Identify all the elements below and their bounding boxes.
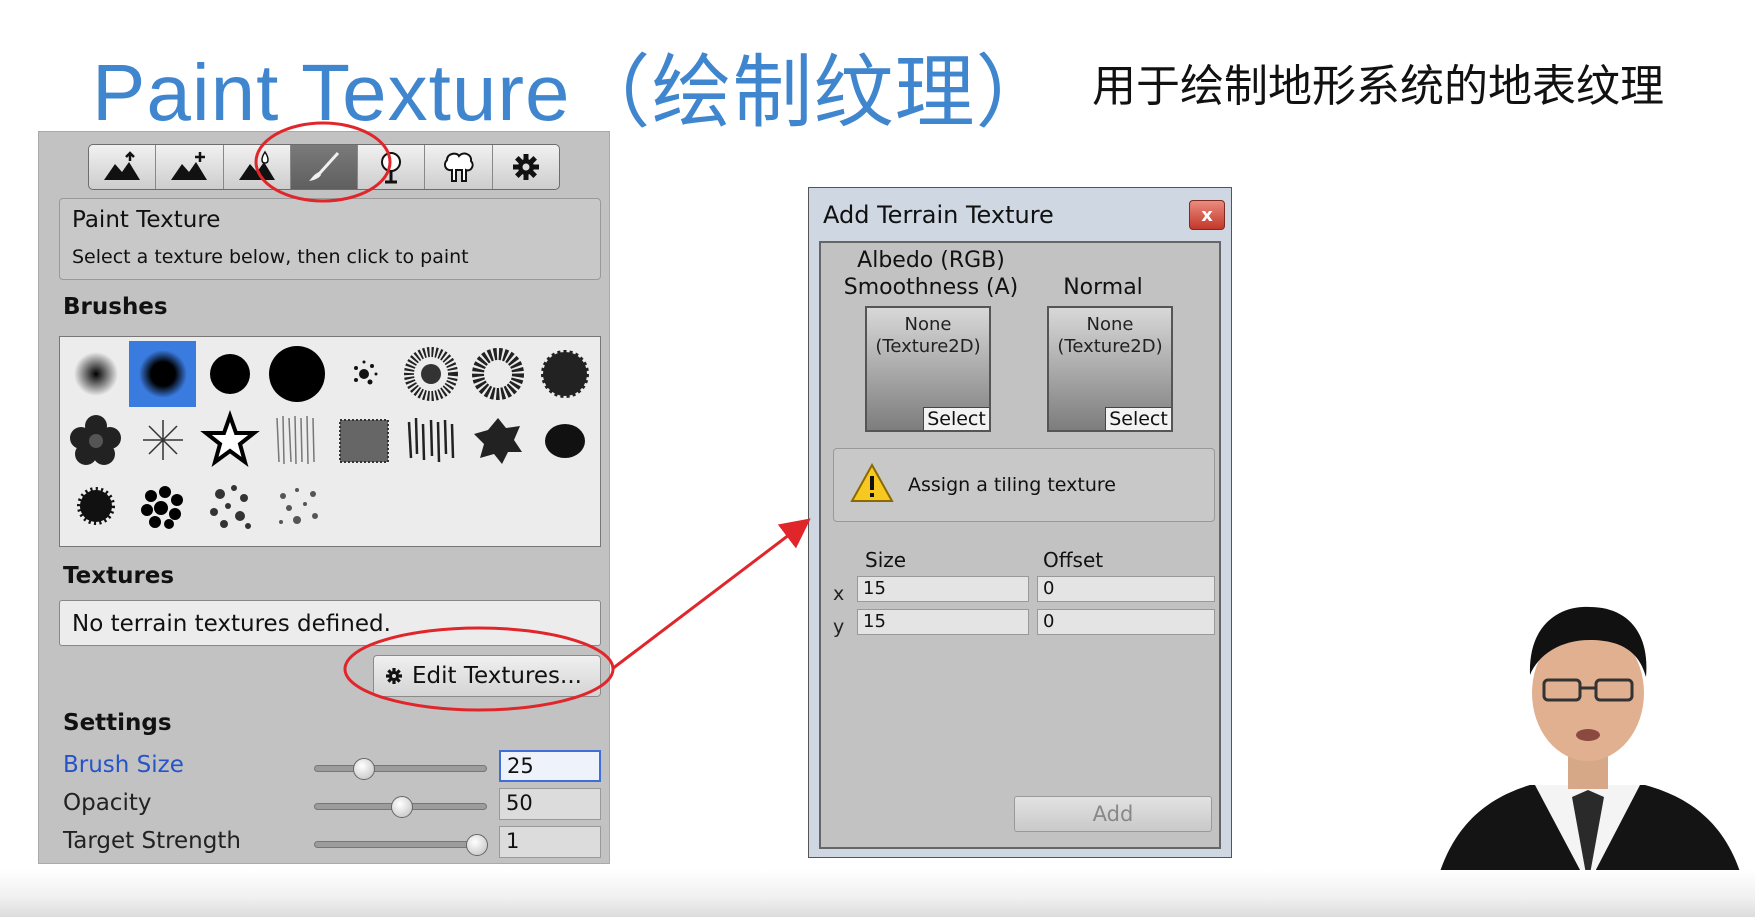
- x-axis-label: x: [833, 583, 845, 605]
- size-header: Size: [865, 548, 907, 572]
- slide-subtitle: 用于绘制地形系统的地表纹理: [1092, 61, 1664, 112]
- brush-starburst[interactable]: [129, 407, 196, 473]
- brush-soft-blot[interactable]: [531, 407, 598, 473]
- brush-dense-splat[interactable]: [62, 473, 129, 539]
- size-y-field[interactable]: 15: [857, 609, 1029, 635]
- offset-header: Offset: [1043, 548, 1104, 572]
- paint-height-icon: [171, 152, 208, 180]
- y-axis-label: y: [833, 616, 845, 638]
- close-button[interactable]: x: [1189, 200, 1225, 230]
- add-terrain-texture-dialog: Add Terrain Texture x Albedo (RGB) Smoot…: [808, 187, 1232, 858]
- tool-smooth-height[interactable]: [224, 145, 291, 189]
- brush-texture-streak[interactable]: [397, 407, 464, 473]
- opacity-label: Opacity: [63, 790, 152, 816]
- brush-soft-round[interactable]: [62, 341, 129, 407]
- target-strength-label: Target Strength: [63, 828, 241, 854]
- edit-textures-label: Edit Textures...: [412, 663, 582, 689]
- albedo-select-button[interactable]: Select: [923, 407, 989, 430]
- help-title: Paint Texture: [72, 207, 221, 233]
- brush-noise-blot[interactable]: [531, 341, 598, 407]
- warning-icon: [850, 462, 894, 502]
- brush-dots-cluster[interactable]: [129, 473, 196, 539]
- annotation-arrow: [611, 518, 811, 671]
- tool-raise-terrain[interactable]: [89, 145, 157, 189]
- normal-select-button[interactable]: Select: [1105, 407, 1171, 430]
- brush-noise-ring[interactable]: [464, 341, 531, 407]
- brushes-heading: Brushes: [63, 294, 168, 320]
- terrain-toolbar: [88, 144, 560, 190]
- dialog-body: Albedo (RGB) Smoothness (A) Normal None …: [819, 241, 1221, 849]
- settings-gear-icon: [512, 154, 539, 180]
- tool-paint-texture[interactable]: [290, 145, 359, 189]
- brush-texture-grass[interactable]: [263, 407, 330, 473]
- slide-title: Paint Texture（绘制纹理）: [92, 48, 1057, 137]
- bottom-fade-bar: [0, 870, 1755, 917]
- brush-hard-round-large[interactable]: [263, 341, 330, 407]
- gear-icon: [386, 668, 402, 684]
- size-x-field[interactable]: 15: [857, 576, 1029, 602]
- offset-y-field[interactable]: 0: [1037, 609, 1215, 635]
- brush-size-field[interactable]: 25: [499, 750, 601, 782]
- offset-x-field[interactable]: 0: [1037, 576, 1215, 602]
- textures-empty-message: No terrain textures defined.: [72, 611, 391, 637]
- target-strength-slider-thumb[interactable]: [466, 834, 488, 856]
- brush-size-slider[interactable]: [314, 758, 487, 780]
- brush-medium-round[interactable]: [129, 341, 196, 407]
- textures-heading: Textures: [63, 563, 175, 589]
- normal-slot-text: None (Texture2D): [1049, 314, 1171, 358]
- albedo-texture-slot[interactable]: None (Texture2D) Select: [865, 306, 991, 432]
- albedo-slot-none: None: [904, 314, 952, 335]
- albedo-label: Albedo (RGB) Smoothness (A): [841, 247, 1021, 301]
- target-strength-slider[interactable]: [314, 834, 488, 856]
- paint-brush-icon: [308, 151, 340, 181]
- albedo-slot-text: None (Texture2D): [867, 314, 989, 358]
- paint-details-icon: [443, 152, 474, 182]
- close-icon: x: [1201, 204, 1213, 226]
- terrain-inspector-panel: Paint Texture Select a texture below, th…: [38, 131, 610, 864]
- normal-texture-slot[interactable]: None (Texture2D) Select: [1047, 306, 1173, 432]
- help-description: Select a texture below, then click to pa…: [72, 246, 469, 268]
- tool-terrain-settings[interactable]: [493, 145, 559, 189]
- normal-label: Normal: [1063, 275, 1143, 300]
- normal-slot-type: (Texture2D): [1057, 336, 1163, 357]
- brush-splatter-small[interactable]: [330, 341, 397, 407]
- brush-texture-rough[interactable]: [330, 407, 397, 473]
- brush-star-outline[interactable]: [196, 407, 263, 473]
- brush-size-slider-thumb[interactable]: [353, 758, 375, 780]
- dialog-title: Add Terrain Texture: [823, 201, 1054, 229]
- edit-textures-button[interactable]: Edit Textures...: [373, 655, 601, 697]
- presenter-video: [1430, 606, 1750, 917]
- place-trees-icon: [381, 152, 402, 184]
- warning-box: Assign a tiling texture: [833, 448, 1215, 522]
- brush-scatter-clumps[interactable]: [196, 473, 263, 539]
- albedo-label-line1: Albedo (RGB): [857, 248, 1005, 273]
- opacity-slider[interactable]: [314, 796, 487, 818]
- brush-noise-round[interactable]: [397, 341, 464, 407]
- brush-hard-round-small[interactable]: [196, 341, 263, 407]
- add-button[interactable]: Add: [1014, 796, 1212, 832]
- target-strength-field[interactable]: 1: [499, 826, 601, 858]
- opacity-slider-thumb[interactable]: [391, 796, 413, 818]
- smooth-height-icon: [238, 150, 275, 180]
- raise-terrain-icon: [104, 151, 141, 180]
- brush-scatter-light[interactable]: [263, 473, 330, 539]
- tool-place-trees[interactable]: [358, 145, 426, 189]
- settings-heading: Settings: [63, 710, 172, 736]
- albedo-label-line2: Smoothness (A): [843, 275, 1019, 300]
- normal-slot-none: None: [1086, 314, 1134, 335]
- brush-flower[interactable]: [62, 407, 129, 473]
- brush-grid: [59, 336, 601, 547]
- albedo-slot-type: (Texture2D): [875, 336, 981, 357]
- warning-text: Assign a tiling texture: [908, 474, 1116, 496]
- tool-help-box: Paint Texture Select a texture below, th…: [59, 198, 601, 280]
- brush-size-label: Brush Size: [63, 752, 184, 778]
- tool-paint-height[interactable]: [156, 145, 224, 189]
- tool-paint-details[interactable]: [425, 145, 493, 189]
- textures-list: No terrain textures defined.: [59, 600, 601, 646]
- brush-ink-splat[interactable]: [464, 407, 531, 473]
- opacity-field[interactable]: 50: [499, 788, 601, 820]
